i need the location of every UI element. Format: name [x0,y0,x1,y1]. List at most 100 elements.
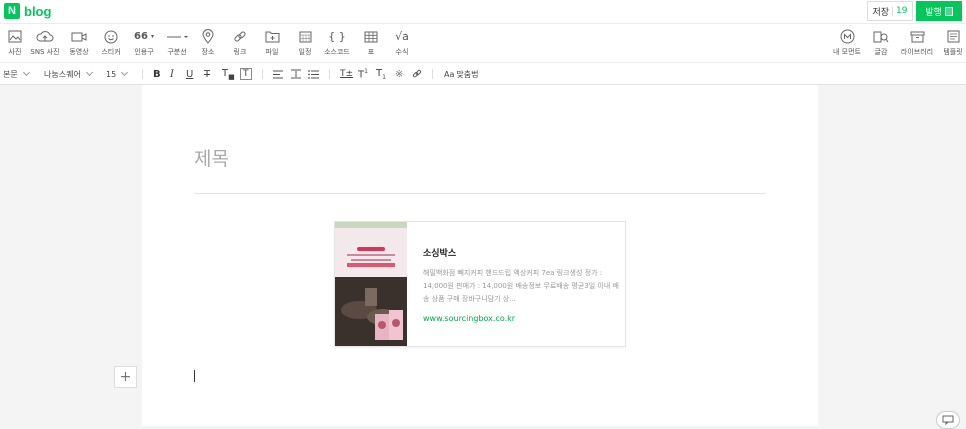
schedule-button[interactable]: 일정 [290,28,320,60]
formula-label: 수식 [395,48,409,56]
video-icon [71,28,87,45]
video-button[interactable]: 동영상 [64,28,94,60]
font-color-button[interactable]: T■ [222,67,235,81]
spellcheck-label: 맞춤법 [456,69,479,79]
format-divider [142,69,143,79]
material-label: 글감 [874,48,888,56]
top-bar: N blog 저장 19 발행 [0,0,966,24]
cloud-icon [36,28,54,45]
chevron-down-icon [22,68,30,77]
material-button[interactable]: 글감 [866,28,896,60]
chat-help-button[interactable] [936,411,960,429]
file-icon [265,28,280,45]
title-divider [194,193,766,194]
publish-icon [944,6,953,16]
special-char-button[interactable]: ※ [395,67,403,81]
divider-button[interactable]: 구분선 [162,28,192,60]
special-char-icon: ※ [395,68,404,80]
my-moment-button[interactable]: 내 모먼트 [829,28,865,60]
paragraph-style-select[interactable]: 본문 [3,67,30,81]
sticker-button[interactable]: 스티커 [96,28,126,60]
font-family-select[interactable]: 나눔스퀘어 [44,67,93,81]
location-pin-icon [202,28,214,45]
quote-glyph: 66 [134,31,148,42]
sticker-label: 스티커 [101,48,121,56]
letter-spacing-button[interactable]: T± [340,67,353,81]
location-label: 장소 [201,48,215,56]
strikethrough-icon: T [204,68,211,80]
quote-icon: 66 ▾ [134,28,154,45]
add-component-button[interactable]: + [114,366,137,388]
underline-button[interactable]: U [186,67,193,81]
format-divider [329,69,330,79]
naver-logo-mark: N [4,3,20,19]
link-button[interactable]: 링크 [225,28,255,60]
sns-photo-label: SNS 사진 [30,48,60,56]
bold-button[interactable]: B [153,67,161,81]
list-button[interactable] [308,67,319,81]
font-size-value: 15 [106,69,117,79]
insert-toolbar: 사진 SNS 사진 동영상 스티커 66 ▾ 인용구 구분선 장소 링크 파일 … [0,24,966,63]
line-height-button[interactable] [291,67,301,81]
smile-icon [104,28,118,45]
save-label: 저장 [872,7,890,18]
underline-icon: U [186,68,194,80]
table-button[interactable]: 표 [356,28,386,60]
material-search-icon [873,28,889,45]
strikethrough-button[interactable]: T [204,67,210,81]
template-icon [947,28,960,45]
file-button[interactable]: 파일 [257,28,287,60]
code-braces-icon: { } [328,30,346,43]
save-button[interactable]: 저장 19 [867,1,913,21]
spellcheck-button[interactable]: Aa 맞춤법 [444,67,478,81]
formula-button[interactable]: √a 수식 [387,28,417,60]
link-label: 링크 [233,48,247,56]
title-input[interactable]: 제목 [194,144,229,171]
align-button[interactable] [273,67,283,81]
link-icon [233,28,247,45]
link-preview-url[interactable]: www.sourcingbox.co.kr [423,314,621,323]
location-button[interactable]: 장소 [193,28,223,60]
source-code-label: 소스코드 [324,48,350,56]
library-icon [910,28,925,45]
divider-icon [166,28,188,45]
line-height-icon [291,69,301,79]
library-button[interactable]: 라이브러리 [899,28,935,60]
italic-icon: I [170,68,174,80]
quote-button[interactable]: 66 ▾ 인용구 [129,28,159,60]
product-image [335,222,407,346]
link-icon [412,69,422,78]
publish-button[interactable]: 발행 [916,1,962,21]
font-size-select[interactable]: 15 [106,67,129,81]
quote-dropdown-icon: ▾ [150,33,154,40]
divider-label: 구분선 [167,48,187,56]
calendar-icon [299,28,312,45]
link-preview-title: 소싱박스 [423,249,457,259]
format-link-button[interactable] [412,67,422,81]
spellcheck-icon: Aa [444,69,455,79]
format-toolbar: 본문 나눔스퀘어 15 B I U T T■ T T± T1 T1 ※ Aa 맞… [0,63,966,85]
sns-photo-button[interactable]: SNS 사진 [30,28,60,60]
list-icon [308,69,319,79]
link-preview-card[interactable]: 소싱박스 해밀백화점 빼지커피 핸드드립 액상커피 7ea 링크생성 정가 : … [334,221,626,347]
photo-label: 사진 [8,48,22,56]
superscript-button[interactable]: T1 [358,67,368,81]
subscript-button[interactable]: T1 [376,67,386,81]
source-code-button[interactable]: { } 소스코드 [322,28,352,60]
align-left-icon [273,70,283,78]
blog-logo[interactable]: N blog [4,3,51,19]
my-moment-label: 내 모먼트 [833,48,861,56]
save-divider [892,6,894,16]
formula-icon: √a [395,30,409,43]
format-divider [262,69,263,79]
photo-button[interactable]: 사진 [0,28,30,60]
video-label: 동영상 [69,48,89,56]
superscript-icon: T1 [358,67,368,81]
template-label: 템플릿 [943,48,963,56]
link-preview-description: 해밀백화점 빼지커피 핸드드립 액상커피 7ea 링크생성 정가 : 14,00… [423,269,619,303]
schedule-label: 일정 [298,48,312,56]
background-color-button[interactable]: T [240,67,252,81]
chevron-down-icon [85,68,93,77]
template-button[interactable]: 템플릿 [938,28,966,60]
italic-button[interactable]: I [170,67,174,81]
